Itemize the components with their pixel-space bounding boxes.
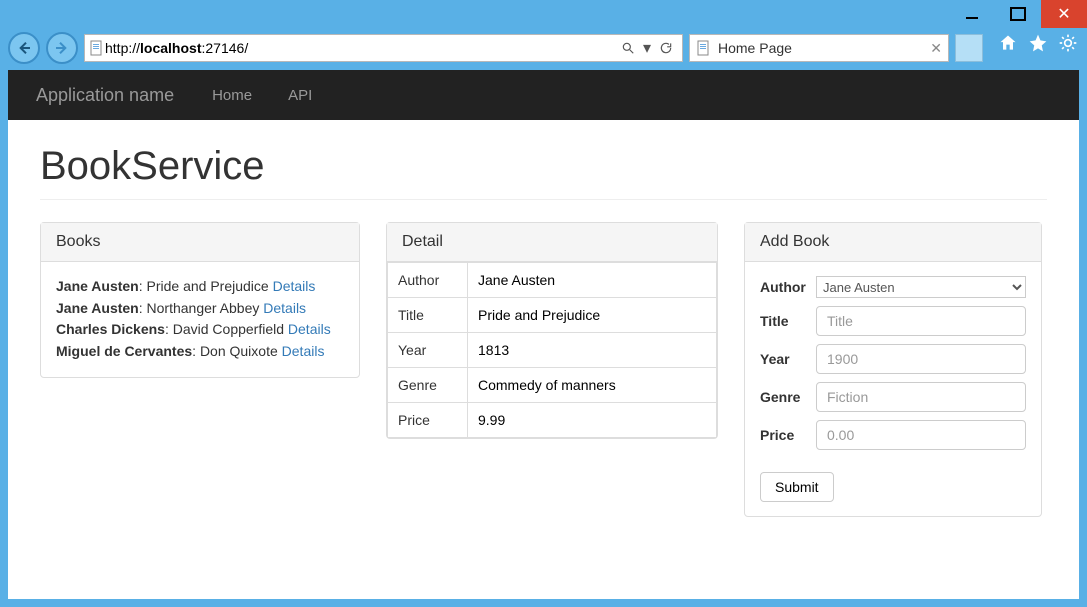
year-label: Year xyxy=(760,351,816,367)
app-brand[interactable]: Application name xyxy=(36,85,174,106)
page-icon xyxy=(89,40,105,56)
page-title: BookService xyxy=(40,144,1047,200)
book-details-link[interactable]: Details xyxy=(263,300,306,316)
genre-label: Genre xyxy=(760,389,816,405)
submit-button[interactable]: Submit xyxy=(760,472,834,502)
book-details-link[interactable]: Details xyxy=(288,321,331,337)
detail-label: Title xyxy=(388,298,468,333)
add-book-panel-heading: Add Book xyxy=(745,223,1041,262)
arrow-left-icon xyxy=(16,40,32,56)
genre-input[interactable] xyxy=(816,382,1026,412)
book-list-item: Jane Austen: Northanger Abbey Details xyxy=(56,298,344,320)
refresh-icon[interactable] xyxy=(654,41,678,55)
nav-link-home[interactable]: Home xyxy=(204,87,260,104)
detail-row: Year1813 xyxy=(388,333,717,368)
year-input[interactable] xyxy=(816,344,1026,374)
title-label: Title xyxy=(760,313,816,329)
favorites-icon[interactable] xyxy=(1027,32,1049,54)
detail-row: TitlePride and Prejudice xyxy=(388,298,717,333)
detail-label: Year xyxy=(388,333,468,368)
address-bar[interactable]: http://localhost:27146/ ▾ xyxy=(84,34,683,62)
book-details-link[interactable]: Details xyxy=(282,343,325,359)
browser-forward-button[interactable] xyxy=(46,32,78,64)
window-minimize-button[interactable] xyxy=(949,0,995,28)
tab-close-icon[interactable]: ✕ xyxy=(930,40,942,57)
author-select[interactable]: Jane Austen xyxy=(816,276,1026,298)
book-author: Charles Dickens xyxy=(56,321,165,337)
author-label: Author xyxy=(760,279,816,295)
detail-label: Genre xyxy=(388,368,468,403)
book-title: Northanger Abbey xyxy=(147,300,264,316)
nav-link-api[interactable]: API xyxy=(280,87,320,104)
book-details-link[interactable]: Details xyxy=(273,278,316,294)
app-navbar: Application name Home API xyxy=(8,70,1079,120)
book-title: David Copperfield xyxy=(173,321,288,337)
search-icon[interactable] xyxy=(616,41,640,55)
books-panel: Books Jane Austen: Pride and Prejudice D… xyxy=(40,222,360,378)
book-author: Miguel de Cervantes xyxy=(56,343,192,359)
browser-back-button[interactable] xyxy=(8,32,40,64)
home-icon[interactable] xyxy=(997,32,1019,54)
book-author: Jane Austen xyxy=(56,278,139,294)
detail-label: Price xyxy=(388,403,468,438)
detail-row: GenreCommedy of manners xyxy=(388,368,717,403)
page-icon xyxy=(696,40,712,56)
title-input[interactable] xyxy=(816,306,1026,336)
detail-label: Author xyxy=(388,263,468,298)
price-input[interactable] xyxy=(816,420,1026,450)
book-title: Pride and Prejudice xyxy=(147,278,273,294)
books-panel-heading: Books xyxy=(41,223,359,262)
detail-value: 9.99 xyxy=(468,403,717,438)
arrow-right-icon xyxy=(54,40,70,56)
detail-row: Price9.99 xyxy=(388,403,717,438)
book-title: Don Quixote xyxy=(200,343,282,359)
book-author: Jane Austen xyxy=(56,300,139,316)
add-book-panel: Add Book Author Jane Austen Title xyxy=(744,222,1042,517)
browser-tab[interactable]: Home Page ✕ xyxy=(689,34,949,62)
detail-row: AuthorJane Austen xyxy=(388,263,717,298)
url-text: http://localhost:27146/ xyxy=(105,40,616,56)
tab-title: Home Page xyxy=(718,40,924,56)
price-label: Price xyxy=(760,427,816,443)
detail-value: Pride and Prejudice xyxy=(468,298,717,333)
book-list-item: Miguel de Cervantes: Don Quixote Details xyxy=(56,341,344,363)
window-maximize-button[interactable] xyxy=(995,0,1041,28)
detail-value: Commedy of manners xyxy=(468,368,717,403)
address-dropdown-icon[interactable]: ▾ xyxy=(640,38,654,58)
detail-panel-heading: Detail xyxy=(387,223,717,262)
detail-value: 1813 xyxy=(468,333,717,368)
new-tab-button[interactable] xyxy=(955,34,983,62)
tools-icon[interactable] xyxy=(1057,32,1079,54)
detail-panel: Detail AuthorJane AustenTitlePride and P… xyxy=(386,222,718,439)
book-list-item: Jane Austen: Pride and Prejudice Details xyxy=(56,276,344,298)
detail-value: Jane Austen xyxy=(468,263,717,298)
window-close-button[interactable] xyxy=(1041,0,1087,28)
book-list-item: Charles Dickens: David Copperfield Detai… xyxy=(56,319,344,341)
